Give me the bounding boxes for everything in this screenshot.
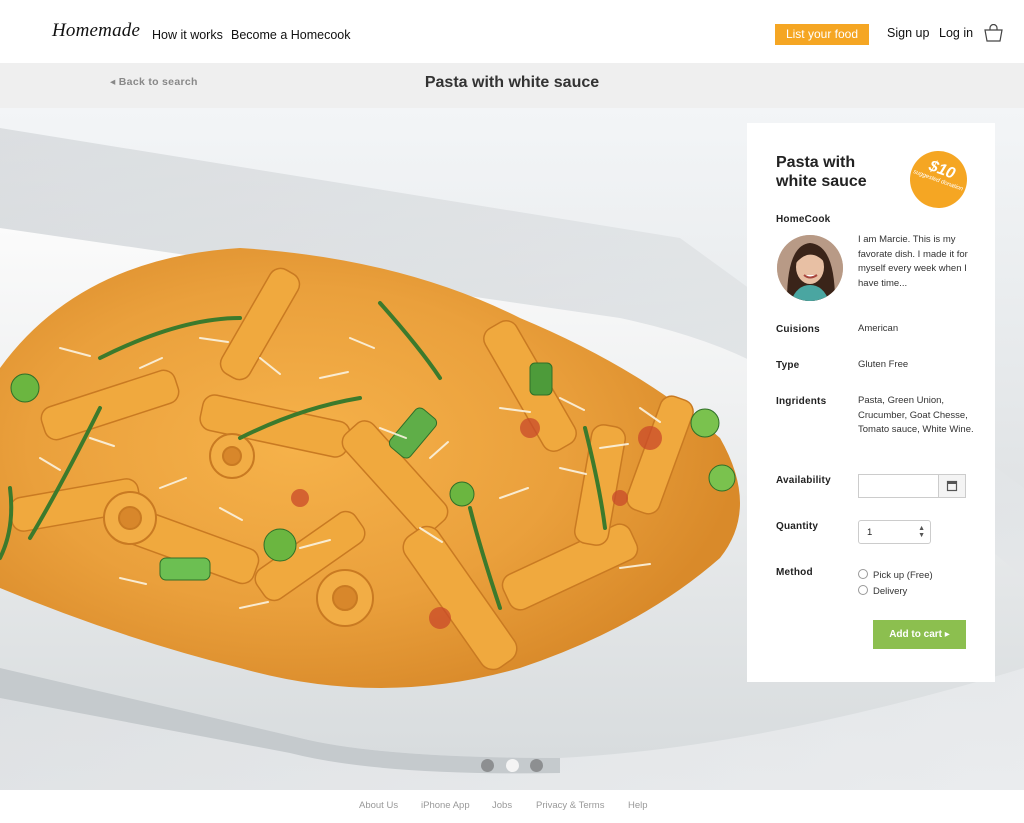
cuisions-value: American (858, 323, 899, 334)
homecook-avatar[interactable] (777, 235, 843, 301)
delivery-label: Delivery (873, 586, 908, 597)
dish-name: Pasta with white sauce (776, 154, 867, 190)
logo[interactable]: Homemade (52, 20, 140, 42)
carousel-dot-2[interactable] (506, 759, 519, 772)
select-arrows-icon: ▲ ▼ (918, 525, 925, 539)
top-navigation: Homemade How it works Become a Homecook … (0, 0, 1024, 63)
log-in-link[interactable]: Log in (939, 26, 973, 40)
shopping-bag-icon[interactable] (984, 24, 1003, 42)
homecook-bio: I am Marcie. This is my favorate dish. I… (858, 234, 968, 289)
list-your-food-button[interactable]: List your food (775, 24, 869, 45)
quantity-label: Quantity (776, 521, 819, 532)
availability-label: Availability (776, 475, 831, 486)
nav-how-it-works[interactable]: How it works (152, 28, 223, 42)
caret-right-icon: ▸ (944, 629, 950, 640)
quantity-select[interactable]: 1 ▲ ▼ (858, 520, 931, 544)
ingredients-label: Ingridents (776, 396, 827, 407)
add-to-cart-button[interactable]: Add to cart ▸ (873, 620, 966, 649)
avatar-portrait (777, 235, 843, 301)
homecook-label: HomeCook (776, 214, 831, 225)
quantity-value: 1 (867, 527, 873, 538)
nav-become-homecook[interactable]: Become a Homecook (231, 28, 351, 42)
order-card: Pasta with white sauce $10 suggested don… (747, 123, 995, 682)
pickup-label: Pick up (Free) (873, 570, 933, 581)
cuisions-label: Cuisions (776, 324, 820, 335)
method-delivery-option[interactable]: Delivery (858, 585, 907, 597)
footer-about-us[interactable]: About Us (359, 800, 398, 811)
pickup-radio[interactable] (858, 569, 868, 579)
ingredients-value: Pasta, Green Union, Crucumber, Goat Ches… (858, 395, 974, 435)
type-value: Gluten Free (858, 359, 909, 370)
sign-up-link[interactable]: Sign up (887, 26, 929, 40)
add-to-cart-label: Add to cart (889, 629, 942, 640)
footer-help[interactable]: Help (628, 800, 648, 811)
footer-jobs[interactable]: Jobs (492, 800, 512, 811)
carousel-dot-1[interactable] (481, 759, 494, 772)
footer-privacy-terms[interactable]: Privacy & Terms (536, 800, 604, 811)
title-bar: ◂ Back to search Pasta with white sauce (0, 63, 1024, 108)
price-badge: $10 suggested donation (901, 142, 976, 217)
carousel-dots (481, 759, 547, 773)
footer-iphone-app[interactable]: iPhone App (421, 800, 470, 811)
footer: About Us iPhone App Jobs Privacy & Terms… (0, 790, 1024, 823)
calendar-icon (946, 480, 958, 492)
page-title: Pasta with white sauce (424, 74, 600, 91)
delivery-radio[interactable] (858, 585, 868, 595)
carousel-dot-3[interactable] (530, 759, 543, 772)
method-pickup-option[interactable]: Pick up (Free) (858, 569, 933, 581)
calendar-button[interactable] (938, 474, 966, 498)
type-label: Type (776, 360, 800, 371)
method-label: Method (776, 567, 813, 578)
